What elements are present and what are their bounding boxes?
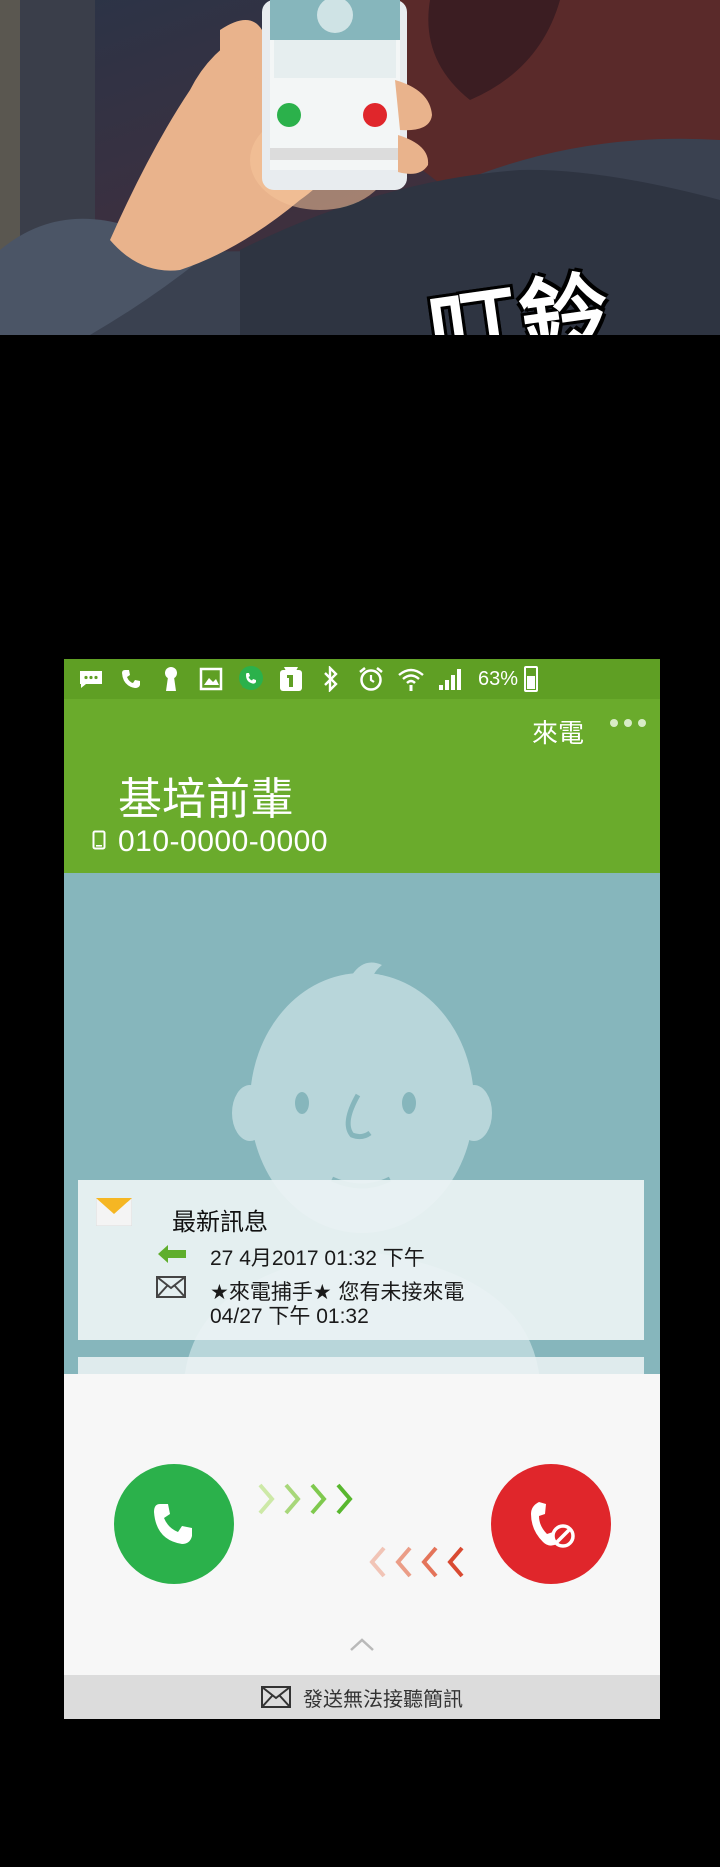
phone-decline-icon — [531, 1502, 575, 1548]
message-envelope-icon — [156, 1276, 186, 1298]
mobile-phone-icon — [92, 830, 106, 854]
swipe-left-arrows-icon — [369, 1546, 464, 1578]
recent-messages-card[interactable]: 最新訊息 27 4月2017 01:32 下午 ★來電捕手★ 您有未接來電 04… — [78, 1180, 644, 1340]
envelope-outline-icon — [261, 1686, 291, 1708]
battery-percent: 63% — [478, 667, 519, 690]
more-options-icon[interactable] — [610, 719, 646, 727]
caller-number-row: 010-0000-0000 — [92, 825, 328, 859]
chevron-up-icon[interactable] — [349, 1638, 375, 1652]
incoming-call-label: 來電 — [531, 718, 584, 748]
phone-bubble-icon — [236, 665, 266, 693]
phone-answer-icon — [154, 1504, 192, 1544]
swipe-right-arrows-icon — [258, 1483, 353, 1515]
status-bar: 63% — [64, 659, 660, 699]
call-log-time: 27 4月2017 01:32 下午 — [210, 1247, 425, 1270]
comic-panel: 叮鈴 — [0, 0, 720, 335]
message-icon — [76, 665, 106, 693]
call-action-panel — [64, 1374, 660, 1690]
gallery-icon — [196, 665, 226, 693]
incoming-arrow-icon — [158, 1245, 186, 1263]
message-time: 04/27 下午 01:32 — [210, 1305, 369, 1328]
envelope-icon — [96, 1198, 132, 1226]
phone-icon — [116, 665, 146, 693]
bluetooth-icon — [316, 665, 346, 693]
caller-number: 010-0000-0000 — [118, 825, 329, 858]
battery-icon — [524, 666, 539, 692]
signal-icon — [436, 665, 466, 693]
call-header: 來電 基培前輩 010-0000-0000 — [64, 699, 660, 873]
keyhole-icon — [156, 665, 186, 693]
wifi-icon — [396, 665, 426, 693]
decline-call-button[interactable] — [491, 1464, 611, 1584]
notification-icon — [276, 665, 306, 693]
caller-name: 基培前輩 — [118, 774, 294, 825]
alarm-icon — [356, 665, 386, 693]
reject-with-message-label: 發送無法接聽簡訊 — [303, 1686, 463, 1711]
answer-call-button[interactable] — [114, 1464, 234, 1584]
reject-with-message-button[interactable]: 發送無法接聽簡訊 — [64, 1675, 660, 1719]
incoming-call-screen: 63% 來電 基培前輩 010-0000-0000 最新訊息 27 4月2017… — [64, 659, 660, 1719]
recent-messages-title: 最新訊息 — [172, 1208, 268, 1236]
